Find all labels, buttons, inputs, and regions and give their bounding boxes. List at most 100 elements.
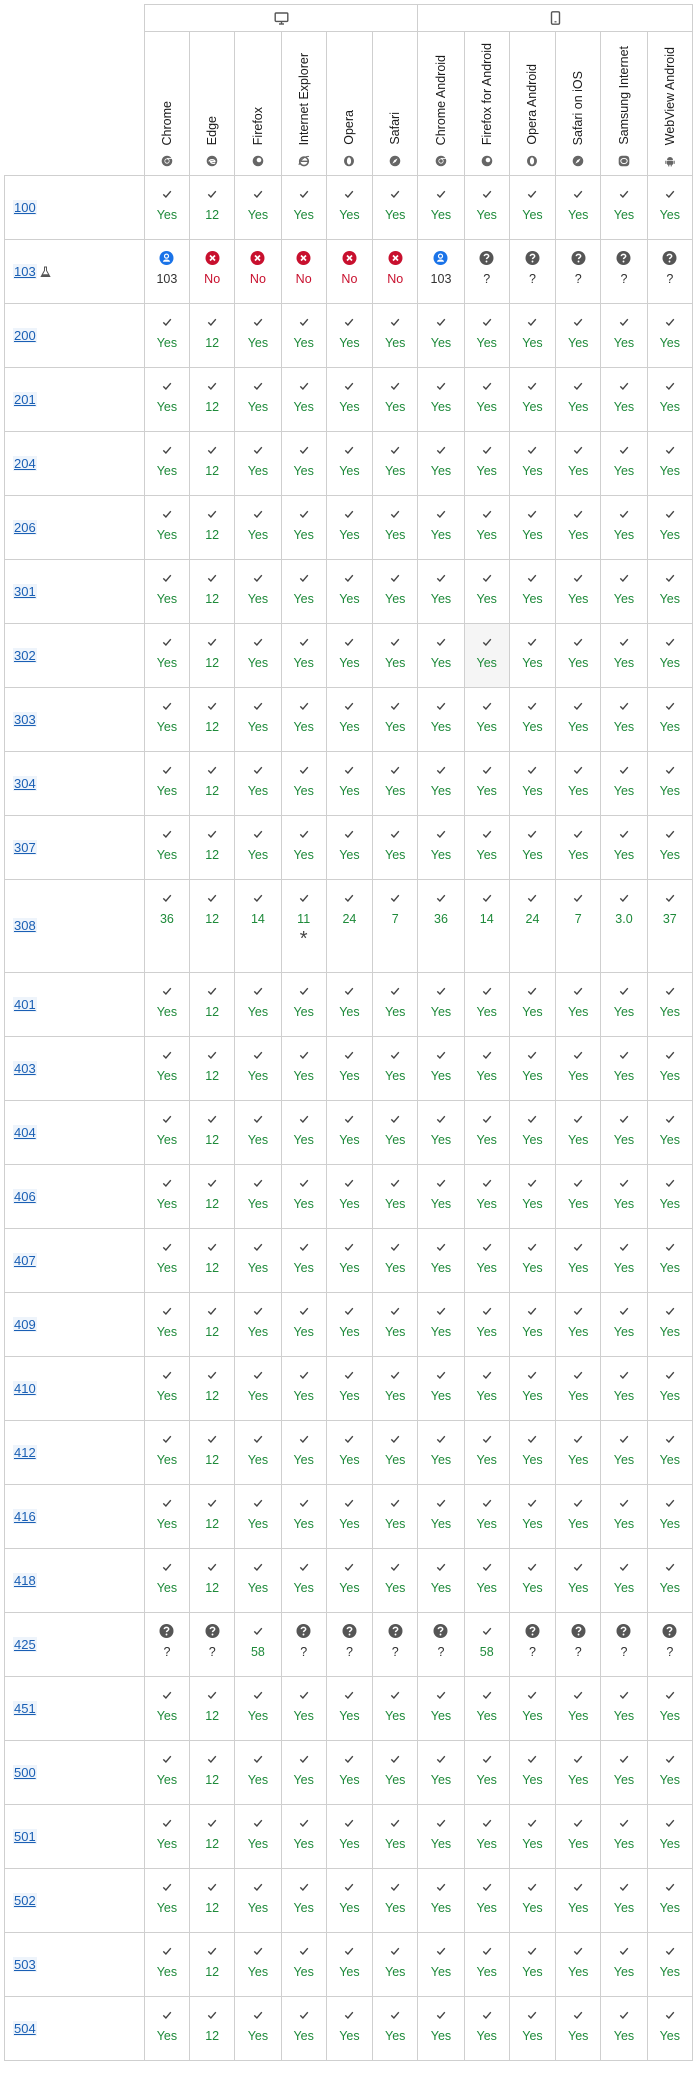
support-cell[interactable]: Yes (372, 1100, 419, 1165)
support-cell[interactable]: Yes (646, 1164, 694, 1229)
support-cell[interactable]: Yes (234, 1548, 282, 1613)
support-cell[interactable]: Yes (234, 431, 282, 496)
support-cell[interactable]: 14 (463, 879, 510, 973)
support-cell[interactable]: Yes (234, 1676, 282, 1741)
support-cell[interactable]: Yes (508, 367, 557, 432)
support-cell[interactable]: Yes (143, 1228, 191, 1293)
support-cell[interactable]: 58 (463, 1612, 510, 1677)
support-cell[interactable]: Yes (234, 1804, 282, 1869)
support-cell[interactable]: 7 (372, 879, 419, 973)
support-cell[interactable]: Yes (600, 1996, 648, 2061)
support-cell[interactable]: Yes (325, 1292, 374, 1357)
support-cell[interactable]: Yes (555, 303, 602, 368)
support-cell[interactable]: Yes (555, 1228, 602, 1293)
support-cell[interactable]: Yes (372, 1164, 419, 1229)
support-cell[interactable]: Yes (234, 1484, 282, 1549)
support-cell[interactable]: Yes (646, 1484, 694, 1549)
support-cell[interactable]: Yes (600, 431, 648, 496)
support-cell[interactable]: Yes (280, 495, 327, 560)
support-cell[interactable]: Yes (417, 815, 465, 880)
support-cell[interactable]: Yes (508, 431, 557, 496)
support-cell[interactable]: Yes (143, 175, 191, 240)
support-cell[interactable]: Yes (555, 1676, 602, 1741)
support-cell[interactable]: Yes (372, 303, 419, 368)
support-cell[interactable]: Yes (280, 1676, 327, 1741)
support-cell[interactable]: 12 (189, 972, 236, 1037)
support-cell[interactable]: 12 (189, 175, 236, 240)
support-cell[interactable]: Yes (555, 1292, 602, 1357)
support-cell[interactable]: Yes (463, 1420, 510, 1485)
support-cell[interactable]: Yes (508, 1228, 557, 1293)
support-cell[interactable]: Yes (508, 1420, 557, 1485)
support-cell[interactable]: Yes (280, 1356, 327, 1421)
support-cell[interactable]: 24 (508, 879, 557, 973)
status-code-link[interactable]: 425 (13, 1636, 37, 1652)
support-cell[interactable]: Yes (325, 687, 374, 752)
support-cell[interactable]: Yes (600, 623, 648, 688)
status-code-link[interactable]: 410 (13, 1380, 37, 1396)
support-cell[interactable]: Yes (600, 367, 648, 432)
support-cell[interactable]: Yes (463, 1996, 510, 2061)
support-cell[interactable]: Yes (280, 1228, 327, 1293)
support-cell[interactable]: ? (417, 1612, 465, 1677)
support-cell[interactable]: Yes (234, 1100, 282, 1165)
support-cell[interactable]: Yes (325, 367, 374, 432)
support-cell[interactable]: Yes (600, 495, 648, 560)
support-cell[interactable]: Yes (143, 815, 191, 880)
support-cell[interactable]: Yes (143, 431, 191, 496)
support-cell[interactable]: Yes (143, 367, 191, 432)
support-cell[interactable]: 37 (646, 879, 694, 973)
support-cell[interactable]: Yes (143, 303, 191, 368)
support-cell[interactable]: Yes (508, 1100, 557, 1165)
status-code-link[interactable]: 403 (13, 1060, 37, 1076)
support-cell[interactable]: Yes (143, 751, 191, 816)
support-cell[interactable]: Yes (234, 1356, 282, 1421)
status-code-link[interactable]: 404 (13, 1124, 37, 1140)
support-cell[interactable]: Yes (417, 623, 465, 688)
support-cell[interactable]: Yes (646, 972, 694, 1037)
support-cell[interactable]: Yes (463, 1292, 510, 1357)
support-cell[interactable]: 12 (189, 1228, 236, 1293)
support-cell[interactable]: Yes (417, 559, 465, 624)
support-cell[interactable]: 103 (417, 239, 465, 304)
status-code-link[interactable]: 304 (13, 775, 37, 791)
support-cell[interactable]: Yes (280, 303, 327, 368)
support-cell[interactable]: Yes (508, 1996, 557, 2061)
support-cell[interactable]: Yes (325, 1228, 374, 1293)
support-cell[interactable]: Yes (555, 1420, 602, 1485)
support-cell[interactable]: Yes (463, 623, 510, 688)
support-cell[interactable]: 12 (189, 559, 236, 624)
support-cell[interactable]: Yes (280, 431, 327, 496)
support-cell[interactable]: 103 (143, 239, 191, 304)
support-cell[interactable]: Yes (600, 751, 648, 816)
support-cell[interactable]: Yes (143, 1740, 191, 1805)
support-cell[interactable]: Yes (325, 303, 374, 368)
support-cell[interactable]: Yes (508, 815, 557, 880)
support-cell[interactable]: Yes (463, 1932, 510, 1997)
support-cell[interactable]: Yes (417, 1420, 465, 1485)
support-cell[interactable]: Yes (280, 1292, 327, 1357)
support-cell[interactable]: Yes (234, 972, 282, 1037)
support-cell[interactable]: ? (646, 239, 694, 304)
support-cell[interactable]: 12 (189, 623, 236, 688)
support-cell[interactable]: Yes (463, 495, 510, 560)
support-cell[interactable]: ? (600, 1612, 648, 1677)
support-cell[interactable]: Yes (508, 1292, 557, 1357)
support-cell[interactable]: Yes (463, 1164, 510, 1229)
support-cell[interactable]: Yes (234, 1292, 282, 1357)
support-cell[interactable]: Yes (372, 431, 419, 496)
support-cell[interactable]: 12 (189, 751, 236, 816)
status-code-link[interactable]: 204 (13, 455, 37, 471)
support-cell[interactable]: Yes (372, 495, 419, 560)
support-cell[interactable]: Yes (508, 175, 557, 240)
support-cell[interactable]: Yes (372, 1676, 419, 1741)
support-cell[interactable]: Yes (372, 1996, 419, 2061)
support-cell[interactable]: Yes (646, 687, 694, 752)
support-cell[interactable]: Yes (463, 972, 510, 1037)
support-cell[interactable]: Yes (508, 1804, 557, 1869)
support-cell[interactable]: Yes (234, 1036, 282, 1101)
support-cell[interactable]: Yes (280, 972, 327, 1037)
support-cell[interactable]: Yes (555, 1804, 602, 1869)
support-cell[interactable]: Yes (143, 1100, 191, 1165)
support-cell[interactable]: Yes (463, 1676, 510, 1741)
